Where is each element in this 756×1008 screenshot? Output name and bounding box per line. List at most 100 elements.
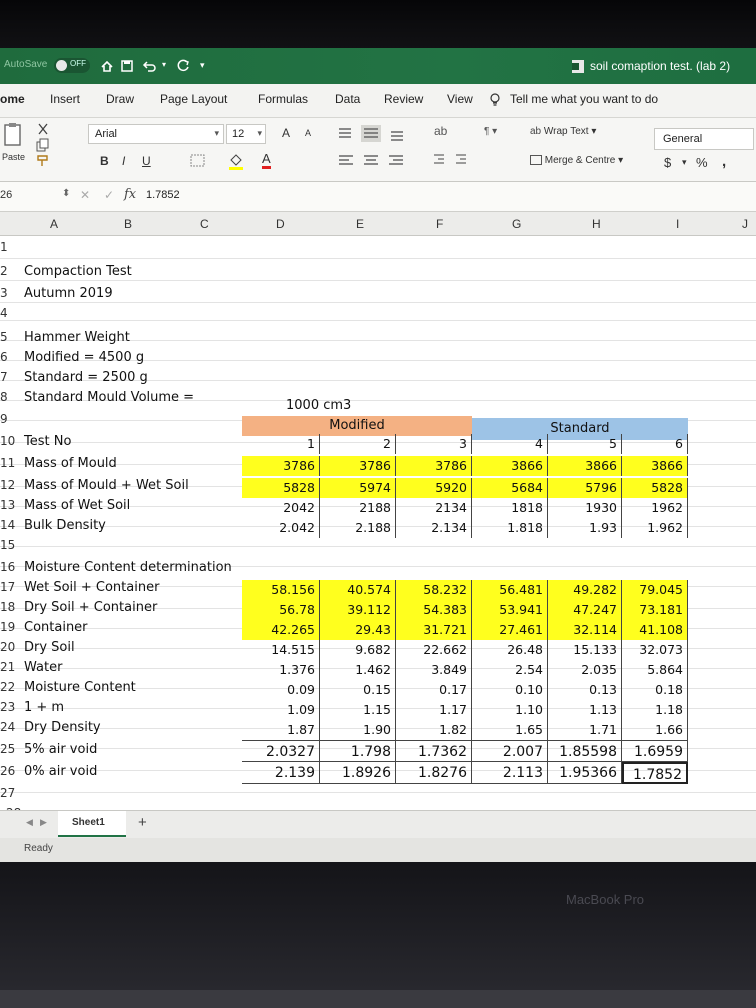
table-cell[interactable]: 5796 [548, 478, 622, 498]
borders-icon[interactable] [190, 154, 206, 168]
font-name-select[interactable]: Arial ▾ [88, 124, 224, 144]
row-header[interactable]: 25 [0, 742, 20, 756]
table-cell[interactable]: 49.282 [548, 580, 622, 600]
cancel-icon[interactable]: ✕ [80, 188, 90, 202]
cell-label[interactable]: Water [24, 660, 62, 675]
table-cell[interactable]: 0.09 [242, 680, 320, 700]
table-cell[interactable]: 1.10 [472, 700, 548, 720]
add-sheet-button[interactable]: + [138, 814, 147, 831]
column-header-i[interactable]: I [676, 217, 679, 231]
font-color-button[interactable]: A [262, 152, 271, 169]
table-cell[interactable]: 3866 [472, 456, 548, 476]
decrease-font-button[interactable]: A [305, 128, 311, 138]
table-cell[interactable]: 56.481 [472, 580, 548, 600]
cell-label[interactable]: Mass of Wet Soil [24, 498, 130, 513]
cell-label[interactable]: Standard Mould Volume = [24, 390, 194, 405]
name-box-stepper-icon[interactable]: ⬍ [62, 188, 70, 199]
cell-label[interactable]: Modified = 4500 g [24, 350, 144, 365]
sheet-tab-sheet1[interactable]: Sheet1 [58, 811, 126, 837]
row-header[interactable]: 2 [0, 264, 20, 278]
table-cell[interactable]: 0.15 [320, 680, 396, 700]
table-cell[interactable]: 5920 [396, 478, 472, 498]
table-cell[interactable]: 3786 [242, 456, 320, 476]
table-cell[interactable]: 29.43 [320, 620, 396, 640]
table-cell[interactable]: 5828 [622, 478, 688, 498]
table-cell[interactable]: 15.133 [548, 640, 622, 660]
table-cell[interactable]: 1.65 [472, 720, 548, 740]
table-cell[interactable]: 26.48 [472, 640, 548, 660]
table-cell[interactable]: 1.17 [396, 700, 472, 720]
table-cell[interactable]: 0.18 [622, 680, 688, 700]
table-cell[interactable]: 2.042 [242, 518, 320, 538]
table-cell[interactable]: 40.574 [320, 580, 396, 600]
table-cell[interactable]: 1.90 [320, 720, 396, 740]
row-header[interactable]: 17 [0, 580, 20, 594]
table-cell[interactable]: 31.721 [396, 620, 472, 640]
tab-home[interactable]: ome [0, 92, 25, 106]
table-cell[interactable]: 5.864 [622, 660, 688, 680]
row-header[interactable]: 9 [0, 412, 20, 426]
table-cell[interactable]: 1.376 [242, 660, 320, 680]
cell-label[interactable]: Standard = 2500 g [24, 370, 148, 385]
table-cell[interactable]: 1.8926 [320, 762, 396, 784]
table-cell[interactable]: 2.188 [320, 518, 396, 538]
quick-access-dropdown-icon[interactable]: ▾ [200, 60, 205, 71]
table-cell[interactable]: 73.181 [622, 600, 688, 620]
cell-label[interactable]: Moisture Content [24, 680, 136, 695]
wrap-text-button[interactable]: ab Wrap Text ▾ [530, 126, 596, 137]
bold-button[interactable]: B [100, 154, 109, 168]
table-cell[interactable]: 2 [320, 434, 396, 454]
cell-label[interactable]: 1000 cm3 [286, 398, 351, 413]
underline-button[interactable]: U [142, 154, 151, 168]
table-cell[interactable]: 32.114 [548, 620, 622, 640]
row-header[interactable]: 18 [0, 600, 20, 614]
currency-button[interactable]: $ [664, 155, 671, 170]
row-header[interactable]: 3 [0, 286, 20, 300]
table-cell[interactable]: 1.7852 [622, 762, 688, 784]
tab-review[interactable]: Review [384, 92, 423, 106]
cell-label[interactable]: Dry Soil + Container [24, 600, 157, 615]
cell-label[interactable]: Test No [24, 434, 71, 449]
table-cell[interactable]: 1.8276 [396, 762, 472, 784]
table-cell[interactable]: 4 [472, 434, 548, 454]
table-cell[interactable]: 56.78 [242, 600, 320, 620]
cell-label[interactable]: Compaction Test [24, 264, 132, 279]
table-cell[interactable]: 2134 [396, 498, 472, 518]
table-cell[interactable]: 2188 [320, 498, 396, 518]
table-cell[interactable]: 79.045 [622, 580, 688, 600]
row-header[interactable]: 1 [0, 240, 20, 254]
tab-draw[interactable]: Draw [106, 92, 134, 106]
table-cell[interactable]: 3 [396, 434, 472, 454]
row-header[interactable]: 20 [0, 640, 20, 654]
save-icon[interactable] [120, 59, 134, 73]
table-cell[interactable]: 39.112 [320, 600, 396, 620]
cell-label[interactable]: Mass of Mould + Wet Soil [24, 478, 189, 493]
row-header[interactable]: 5 [0, 330, 20, 344]
italic-button[interactable]: I [122, 154, 125, 168]
tab-view[interactable]: View [447, 92, 473, 106]
table-cell[interactable]: 0.17 [396, 680, 472, 700]
table-cell[interactable]: 27.461 [472, 620, 548, 640]
rtl-icon[interactable]: ¶ ▾ [484, 126, 497, 137]
undo-icon[interactable] [142, 59, 158, 73]
tab-page-layout[interactable]: Page Layout [160, 92, 227, 106]
table-cell[interactable]: 1.87 [242, 720, 320, 740]
table-cell[interactable]: 1.798 [320, 740, 396, 762]
table-cell[interactable]: 53.941 [472, 600, 548, 620]
currency-dropdown-icon[interactable]: ▾ [682, 157, 687, 168]
row-header[interactable]: 4 [0, 306, 20, 320]
row-header[interactable]: 23 [0, 700, 20, 714]
table-cell[interactable]: 3866 [622, 456, 688, 476]
row-header[interactable]: 8 [0, 390, 20, 404]
merge-centre-button[interactable]: Merge & Centre ▾ [530, 155, 623, 166]
row-header[interactable]: 11 [0, 456, 20, 470]
number-format-select[interactable]: General [654, 128, 754, 150]
formula-input[interactable]: 1.7852 [146, 189, 180, 201]
column-header-g[interactable]: G [512, 217, 521, 231]
fx-icon[interactable]: fx [124, 187, 136, 202]
row-header[interactable]: 13 [0, 498, 20, 512]
sheet-prev-icon[interactable]: ◀ [26, 817, 33, 828]
row-header[interactable]: 22 [0, 680, 20, 694]
column-header-c[interactable]: C [200, 217, 209, 231]
table-cell[interactable]: 1.15 [320, 700, 396, 720]
